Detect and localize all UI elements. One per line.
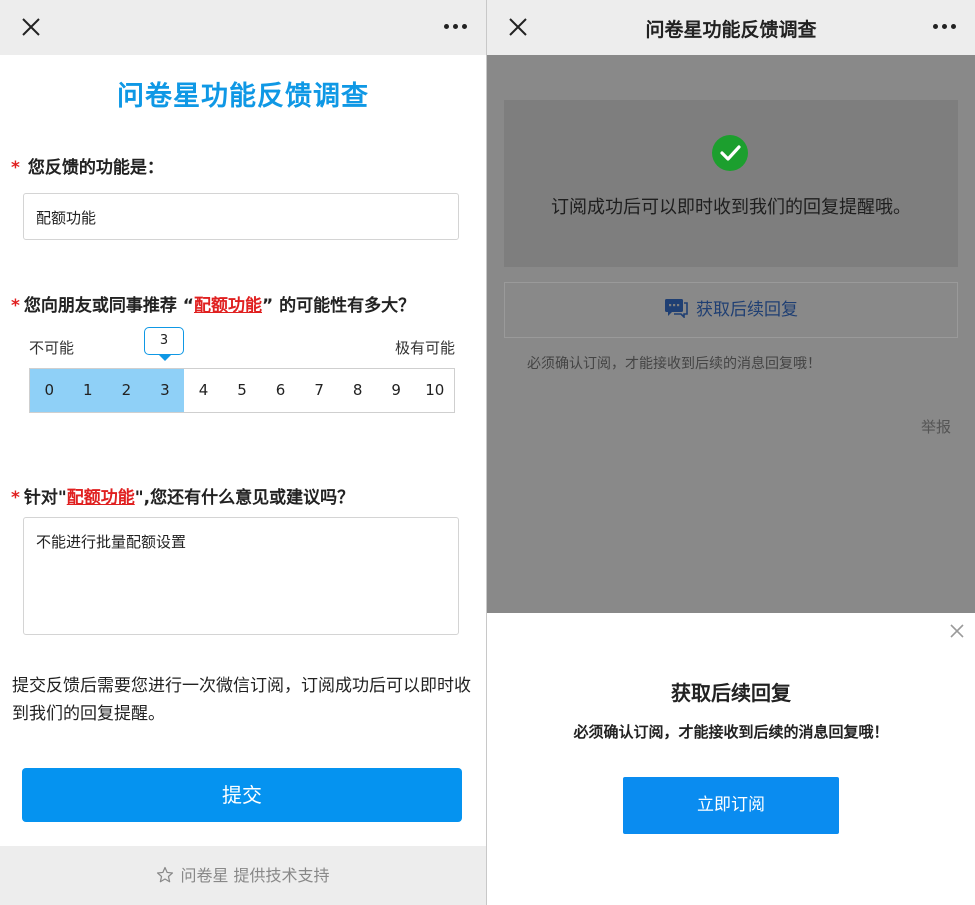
survey-panel: 问卷星功能反馈调查 * 您反馈的功能是： 配额功能 * 您向朋友或同事推荐 “配额功… bbox=[0, 0, 486, 905]
scale-option[interactable]: 4 bbox=[184, 369, 223, 412]
scale-option[interactable]: 0 bbox=[30, 369, 69, 412]
scale-option[interactable]: 7 bbox=[300, 369, 339, 412]
close-icon[interactable] bbox=[507, 16, 529, 38]
question-1: * 您反馈的功能是： bbox=[11, 153, 164, 178]
question-3-label-prefix: 针对" bbox=[23, 488, 67, 508]
nps-scale: 0 1 2 3 4 5 6 7 8 9 10 bbox=[29, 368, 455, 413]
scale-option[interactable]: 5 bbox=[223, 369, 262, 412]
check-icon bbox=[712, 135, 748, 171]
footer: 问卷星 提供技术支持 bbox=[0, 846, 486, 905]
question-2-label-prefix: 您向朋友或同事推荐 “ bbox=[23, 296, 194, 316]
footer-text: 提供技术支持 bbox=[233, 866, 330, 885]
nav-bar bbox=[0, 0, 486, 55]
required-mark: * bbox=[11, 488, 20, 508]
required-mark: * bbox=[11, 158, 20, 178]
scale-option[interactable]: 3 bbox=[145, 369, 185, 412]
required-mark: * bbox=[11, 296, 20, 316]
report-link[interactable]: 举报 bbox=[921, 416, 951, 437]
subscribe-note: 提交反馈后需要您进行一次微信订阅，订阅成功后可以即时收到我们的回复提醒。 bbox=[12, 676, 471, 724]
scale-option[interactable]: 2 bbox=[107, 369, 146, 412]
dimmed-content: 订阅成功后可以即时收到我们的回复提醒哦。 获取后续回复 必须确认订阅，才能接收到… bbox=[487, 55, 975, 613]
nav-title: 问卷星功能反馈调查 bbox=[645, 19, 817, 41]
scale-value-bubble: 3 bbox=[144, 327, 184, 355]
question-1-label: 您反馈的功能是： bbox=[27, 158, 164, 178]
subscribe-panel: 问卷星功能反馈调查 订阅成功后可以即时收到我们的回复提醒哦。 获取后续回复 必须… bbox=[487, 0, 975, 905]
get-reply-label: 获取后续回复 bbox=[696, 300, 798, 320]
scale-option[interactable]: 10 bbox=[415, 369, 454, 412]
success-text: 订阅成功后可以即时收到我们的回复提醒哦。 bbox=[551, 197, 911, 218]
scale-option[interactable]: 9 bbox=[377, 369, 416, 412]
sheet-text: 必须确认订阅，才能接收到后续的消息回复哦！ bbox=[573, 723, 889, 741]
success-box: 订阅成功后可以即时收到我们的回复提醒哦。 bbox=[504, 100, 958, 267]
survey-title: 问卷星功能反馈调查 bbox=[117, 81, 369, 112]
feature-highlight: 配额功能 bbox=[66, 488, 135, 508]
chat-icon bbox=[665, 299, 688, 319]
feature-input[interactable]: 配额功能 bbox=[23, 193, 459, 240]
subscribe-now-button[interactable]: 立即订阅 bbox=[623, 777, 839, 834]
star-icon bbox=[157, 866, 174, 882]
question-2-label-suffix: ” 的可能性有多大？ bbox=[261, 296, 416, 316]
more-icon[interactable] bbox=[444, 24, 468, 32]
must-confirm-text: 必须确认订阅，才能接收到后续的消息回复哦！ bbox=[527, 356, 821, 372]
subscribe-sheet: 获取后续回复 必须确认订阅，才能接收到后续的消息回复哦！ 立即订阅 bbox=[487, 613, 975, 905]
close-icon[interactable] bbox=[20, 16, 42, 38]
suggestion-textarea[interactable]: 不能进行批量配额设置 bbox=[23, 517, 459, 635]
nav-bar: 问卷星功能反馈调查 bbox=[487, 0, 975, 55]
close-icon[interactable] bbox=[949, 623, 965, 639]
question-3-label-suffix: ",您还有什么意见或建议吗？ bbox=[134, 488, 355, 508]
scale-option[interactable]: 6 bbox=[261, 369, 300, 412]
get-reply-button[interactable]: 获取后续回复 bbox=[504, 282, 958, 338]
feature-highlight: 配额功能 bbox=[193, 296, 262, 316]
scale-option[interactable]: 1 bbox=[68, 369, 108, 412]
sheet-title: 获取后续回复 bbox=[671, 681, 791, 705]
question-2: * 您向朋友或同事推荐 “配额功能” 的可能性有多大？ bbox=[11, 291, 415, 316]
footer-brand[interactable]: 问卷星 bbox=[180, 866, 228, 885]
scale-high-label: 极有可能 bbox=[394, 339, 455, 357]
scale-low-label: 不可能 bbox=[29, 339, 75, 357]
more-icon[interactable] bbox=[933, 24, 957, 32]
bubble-pointer bbox=[159, 355, 171, 361]
question-3: * 针对"配额功能",您还有什么意见或建议吗？ bbox=[11, 483, 354, 508]
scale-option[interactable]: 8 bbox=[338, 369, 377, 412]
submit-button[interactable]: 提交 bbox=[22, 768, 462, 822]
